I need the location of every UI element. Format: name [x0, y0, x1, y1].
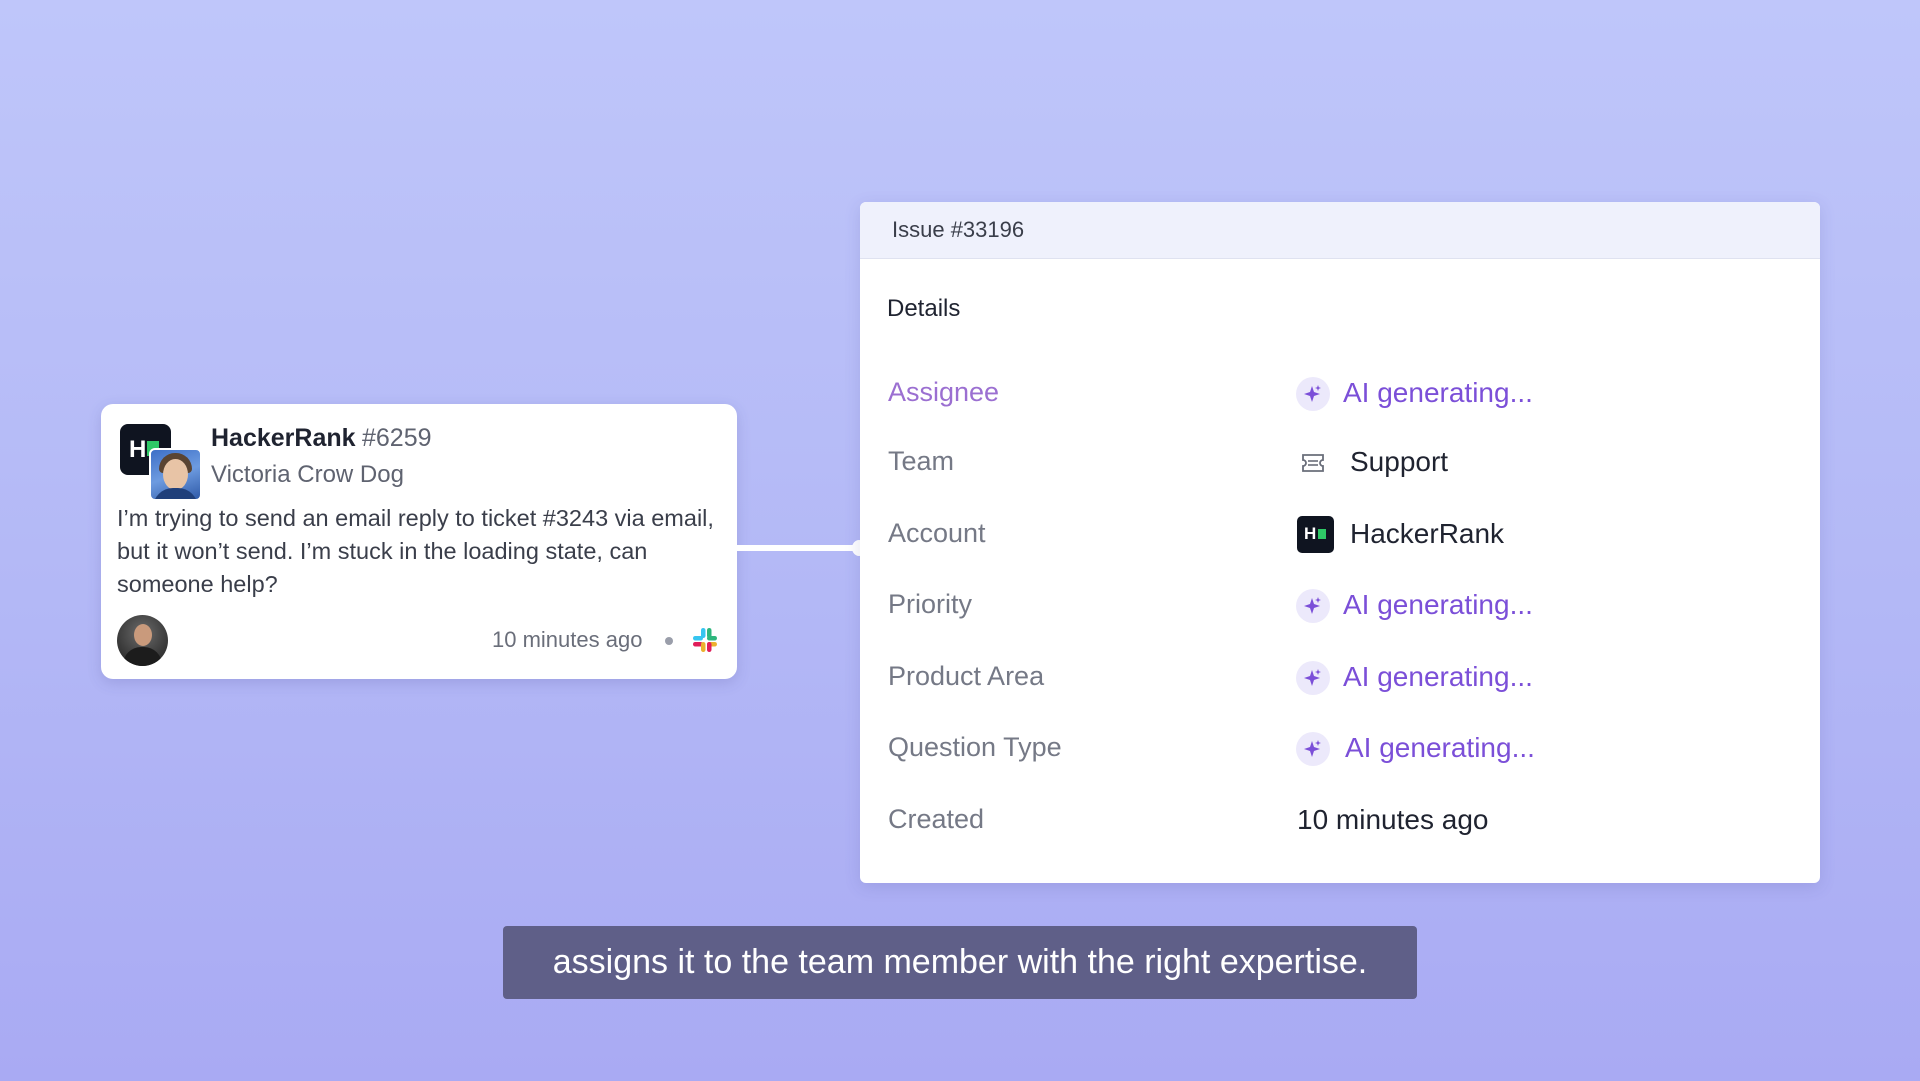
product-area-value[interactable]: AI generating...	[1343, 661, 1533, 693]
created-value: 10 minutes ago	[1297, 804, 1489, 835]
team-label: Team	[888, 446, 955, 476]
priority-label: Priority	[888, 589, 973, 619]
account-value[interactable]: HackerRank	[1350, 518, 1504, 550]
assignee-value[interactable]: AI generating...	[1343, 377, 1533, 409]
message-ticket-number: #6259	[362, 424, 432, 452]
account-label: Account	[888, 518, 986, 548]
message-user-name: Victoria Crow Dog	[211, 461, 404, 488]
sparkle-icon	[1296, 732, 1330, 766]
team-value[interactable]: Support	[1350, 446, 1448, 478]
message-timestamp: 10 minutes ago	[492, 627, 643, 652]
sparkle-icon	[1296, 589, 1330, 623]
connector-line	[737, 545, 859, 551]
assignee-label: Assignee	[888, 377, 1000, 407]
user-avatar	[149, 448, 202, 501]
product-area-label: Product Area	[888, 661, 1045, 691]
separator-dot	[665, 637, 673, 645]
priority-value[interactable]: AI generating...	[1343, 589, 1533, 621]
details-heading: Details	[887, 295, 961, 322]
issue-panel: Issue #33196 Details Assignee AI generat…	[860, 202, 1820, 883]
sparkle-icon	[1296, 377, 1330, 411]
sparkle-icon	[1296, 661, 1330, 695]
message-org-name: HackerRank	[211, 424, 356, 452]
issue-title: Issue #33196	[892, 217, 1025, 242]
agent-avatar[interactable]	[117, 615, 168, 666]
slack-icon	[693, 628, 717, 652]
message-body: I’m trying to send an email reply to tic…	[117, 505, 714, 597]
caption-subtitle: assigns it to the team member with the r…	[503, 926, 1417, 999]
question-type-value[interactable]: AI generating...	[1345, 732, 1535, 764]
question-type-label: Question Type	[888, 732, 1062, 762]
ticket-icon	[1296, 446, 1330, 480]
created-label: Created	[888, 804, 985, 834]
issue-header: Issue #33196	[860, 202, 1820, 259]
hackerrank-logo: H	[1297, 516, 1334, 553]
